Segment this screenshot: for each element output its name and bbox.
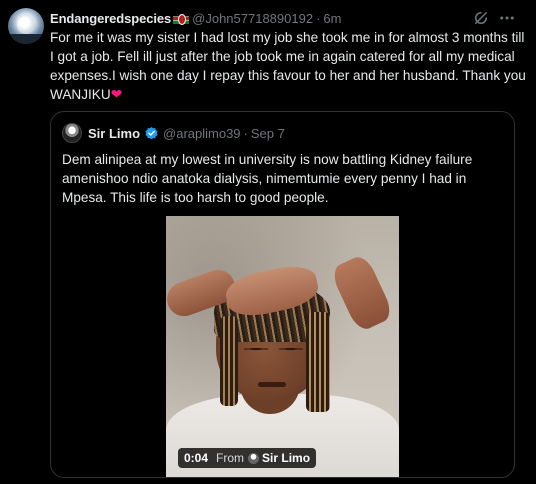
kenya-flag-icon xyxy=(173,12,190,25)
quote-header: Sir Limo @araplimo39 · Sep 7 xyxy=(62,123,285,143)
quoted-tweet[interactable]: Sir Limo @araplimo39 · Sep 7 Dem alinipe… xyxy=(50,111,515,478)
avatar-ground xyxy=(8,34,44,44)
quote-date[interactable]: Sep 7 xyxy=(251,126,285,141)
video-locs-left xyxy=(220,316,238,406)
video-info-badge: 0:04 From Sir Limo xyxy=(178,448,317,468)
grok-icon[interactable] xyxy=(472,9,490,27)
video-eyes xyxy=(244,346,304,352)
tweet[interactable]: Endangeredspecies @John57718890192 · 6m … xyxy=(0,0,536,484)
quote-text: Dem alinipea at my lowest in university … xyxy=(62,152,473,205)
timestamp[interactable]: 6m xyxy=(323,11,341,26)
video-source-name[interactable]: Sir Limo xyxy=(262,451,310,465)
video-thumbnail[interactable]: 0:04 From Sir Limo xyxy=(166,216,399,477)
tweet-text: For me it was my sister I had lost my jo… xyxy=(50,28,526,104)
video-from-label: From xyxy=(216,451,245,465)
quote-separator-dot: · xyxy=(243,125,248,141)
video-mouth xyxy=(258,382,286,387)
quote-handle[interactable]: @araplimo39 xyxy=(163,126,241,141)
more-icon[interactable] xyxy=(498,9,516,27)
user-handle[interactable]: @John57718890192 xyxy=(192,11,313,26)
video-duration: 0:04 xyxy=(184,451,209,465)
heart-emoji-icon: ❤ xyxy=(110,86,123,102)
display-name[interactable]: Endangeredspecies xyxy=(50,11,171,26)
quote-display-name[interactable]: Sir Limo xyxy=(88,126,140,141)
video-locs-right xyxy=(306,312,330,412)
separator-dot: · xyxy=(316,10,321,26)
avatar[interactable] xyxy=(8,8,44,44)
avatar-moon xyxy=(17,16,35,34)
tweet-header: Endangeredspecies @John57718890192 · 6m xyxy=(50,9,341,27)
video-source-avatar xyxy=(248,452,260,464)
quote-avatar[interactable] xyxy=(62,123,82,143)
verified-badge-icon xyxy=(145,126,158,139)
